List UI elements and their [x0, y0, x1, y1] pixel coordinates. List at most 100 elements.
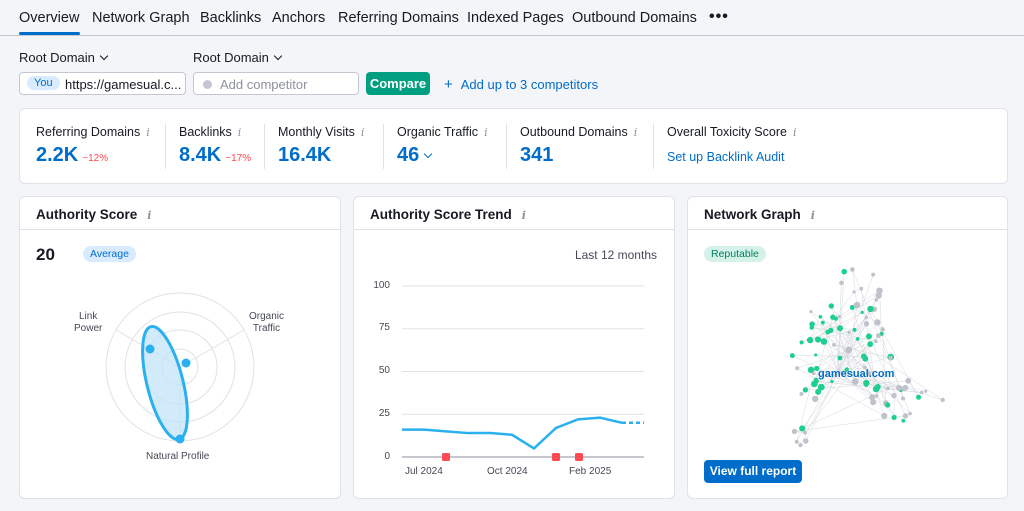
divider: [383, 124, 384, 169]
network-node: [869, 394, 876, 401]
stat-organic-traffic: Organic Traffic i 46: [397, 125, 488, 167]
network-node: [880, 327, 885, 332]
network-node: [817, 383, 825, 391]
network-node: [859, 286, 864, 291]
tab-network-graph[interactable]: Network Graph: [92, 10, 190, 26]
network-node: [809, 325, 815, 330]
stat-change: −12%: [82, 153, 109, 164]
network-node: [864, 315, 869, 320]
tab-outbound-domains[interactable]: Outbound Domains: [572, 10, 697, 26]
tab-anchors[interactable]: Anchors: [272, 10, 325, 26]
trend-line[interactable]: [402, 416, 623, 451]
event-marker[interactable]: [442, 453, 450, 461]
info-icon[interactable]: i: [793, 126, 797, 139]
authority-shape: [141, 325, 189, 441]
dropdown-label: Root Domain: [19, 50, 95, 65]
axis-label-organic-traffic: Organic Traffic: [249, 311, 284, 335]
trend-chart: [402, 285, 644, 461]
network-node: [798, 443, 803, 448]
target-domain-field[interactable]: You https://gamesual.c...: [19, 72, 186, 95]
target-url: https://gamesual.c...: [65, 77, 182, 92]
network-node: [832, 343, 836, 347]
stat-toxicity: Overall Toxicity Score i Set up Backlink …: [667, 125, 796, 164]
network-node: [901, 396, 906, 401]
network-node: [891, 392, 897, 399]
axis-line: Organic: [249, 311, 285, 322]
x-tick: Jul 2024: [405, 466, 443, 477]
point-link-power[interactable]: [145, 344, 155, 354]
network-node: [789, 353, 795, 359]
network-node: [811, 380, 818, 388]
network-node: [825, 329, 831, 335]
more-tabs-icon[interactable]: •••: [709, 8, 729, 26]
authority-trend-card: Authority Score Trend i Last 12 months 10…: [353, 196, 675, 499]
info-icon[interactable]: i: [484, 126, 488, 139]
divider: [165, 124, 166, 169]
network-node: [891, 414, 897, 421]
tab-referring-domains[interactable]: Referring Domains: [338, 10, 459, 26]
network-node: [895, 384, 902, 391]
network-node: [902, 413, 909, 419]
tab-indexed-pages[interactable]: Indexed Pages: [467, 10, 564, 26]
network-node: [919, 390, 924, 395]
network-node: [815, 336, 821, 342]
network-node: [799, 425, 806, 432]
you-badge: You: [27, 76, 60, 90]
network-node: [845, 346, 853, 354]
network-node: [803, 438, 809, 444]
chevron-down-icon: [99, 51, 109, 61]
point-natural-profile[interactable]: [175, 434, 185, 444]
stat-value[interactable]: 8.4K: [179, 144, 221, 166]
stat-change: −17%: [225, 153, 252, 164]
event-marker[interactable]: [575, 453, 583, 461]
network-node: [874, 319, 881, 326]
point-organic-traffic[interactable]: [181, 358, 191, 368]
network-node: [901, 386, 907, 392]
stat-value[interactable]: 16.4K: [278, 144, 331, 166]
network-node: [811, 371, 816, 376]
axis-label-link-power: Link Power: [74, 311, 102, 335]
network-node: [830, 379, 834, 384]
tab-overview[interactable]: Overview: [19, 10, 79, 26]
info-icon[interactable]: i: [238, 126, 242, 139]
network-graph-card: Network Graph i Reputable gamesual.com Vi…: [687, 196, 1008, 499]
summary-stats-card: Referring Domains i 2.2K −12% Backlinks i 8…: [19, 108, 1008, 184]
setup-backlink-audit-link[interactable]: Set up Backlink Audit: [667, 150, 796, 164]
competitor-input[interactable]: Add competitor: [193, 72, 359, 95]
network-node: [802, 430, 807, 435]
network-node: [884, 402, 891, 408]
network-node: [901, 418, 906, 423]
stat-label: Outbound Domains: [520, 125, 628, 139]
add-competitors-link[interactable]: + Add up to 3 competitors: [444, 76, 598, 93]
info-icon[interactable]: i: [634, 126, 638, 139]
stat-value[interactable]: 341: [520, 144, 553, 166]
network-node: [886, 386, 890, 391]
network-node: [871, 272, 876, 277]
chevron-down-icon[interactable]: [424, 149, 433, 159]
root-domain-dropdown-target[interactable]: Root Domain: [19, 50, 109, 65]
authority-score-card: Authority Score i 20 Average Link Power O…: [19, 196, 341, 499]
info-icon[interactable]: i: [361, 126, 365, 139]
network-node: [870, 399, 877, 406]
network-node: [806, 336, 814, 344]
tab-backlinks[interactable]: Backlinks: [200, 10, 261, 26]
network-node: [863, 379, 870, 387]
stat-label: Referring Domains: [36, 125, 141, 139]
info-icon[interactable]: i: [146, 126, 150, 139]
network-node: [860, 310, 864, 314]
stat-value[interactable]: 2.2K: [36, 144, 78, 166]
network-node: [820, 320, 825, 325]
network-node: [876, 287, 883, 295]
compare-button[interactable]: Compare: [366, 72, 430, 95]
network-node: [828, 303, 835, 309]
x-tick: Feb 2025: [569, 466, 612, 477]
stat-value[interactable]: 46: [397, 144, 419, 166]
event-marker[interactable]: [552, 453, 560, 461]
plus-icon: +: [444, 76, 453, 93]
view-full-report-button[interactable]: View full report: [704, 460, 802, 483]
network-node: [905, 377, 912, 384]
network-graph-visual[interactable]: [688, 197, 1009, 500]
divider: [653, 124, 654, 169]
root-domain-dropdown-competitor[interactable]: Root Domain: [193, 50, 283, 65]
network-node: [841, 268, 848, 275]
